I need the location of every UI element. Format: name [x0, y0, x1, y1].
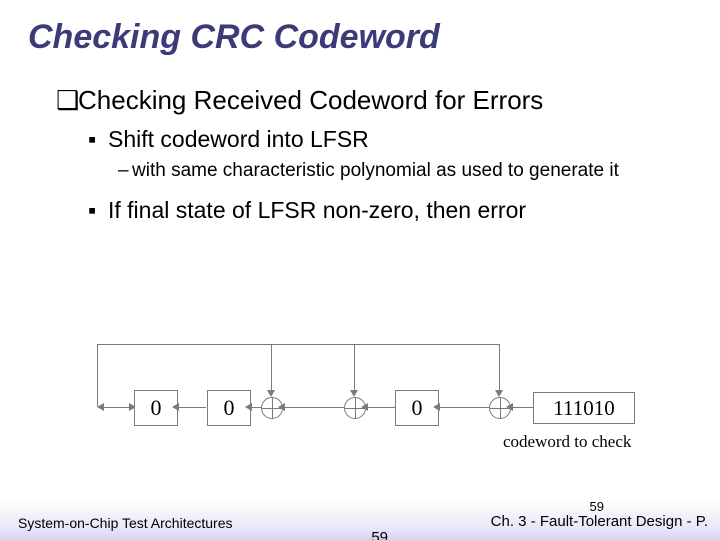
arrow-left-icon — [97, 403, 104, 411]
slide: Checking CRC Codeword ❑Checking Received… — [0, 0, 720, 540]
bullet-level3a-text: with same characteristic polynomial as u… — [132, 159, 652, 183]
wire — [282, 407, 344, 408]
bullet-level1: ❑Checking Received Codeword for Errors — [56, 85, 690, 116]
slide-title: Checking CRC Codeword — [0, 0, 720, 57]
wire — [354, 344, 355, 391]
arrow-left-icon — [245, 403, 252, 411]
wire — [97, 344, 98, 407]
arrow-down-icon — [267, 390, 275, 397]
slide-content: ❑Checking Received Codeword for Errors ▪… — [0, 85, 720, 224]
codeword-label: codeword to check — [503, 432, 631, 452]
arrow-down-icon — [495, 390, 503, 397]
arrow-left-icon — [172, 403, 179, 411]
wire — [499, 344, 500, 391]
page-number: 59 — [590, 499, 604, 514]
lfsr-diagram: 0 0 0 111010 codeword to check — [85, 340, 650, 460]
bullet-level3: –with same characteristic polynomial as … — [118, 159, 690, 183]
arrow-left-icon — [433, 403, 440, 411]
wire — [271, 344, 272, 391]
square-bullet-icon: ❑ — [56, 85, 78, 116]
dash-bullet-icon: – — [118, 159, 132, 183]
wire — [365, 407, 395, 408]
bullet-level2b-text: If final state of LFSR non-zero, then er… — [108, 197, 526, 223]
bullet-level1-text: Checking Received Codeword for Errors — [78, 85, 543, 115]
arrow-left-icon — [361, 403, 368, 411]
bullet-level2a-text: Shift codeword into LFSR — [108, 126, 369, 152]
square-bullet-small-icon: ▪ — [88, 197, 108, 224]
footer-truncated-number: 59 — [371, 529, 388, 540]
arrow-left-icon — [278, 403, 285, 411]
wire — [510, 407, 533, 408]
wire — [176, 407, 206, 408]
bullet-level2: ▪Shift codeword into LFSR — [88, 126, 690, 153]
feedback-line — [97, 344, 499, 345]
footer-right-text: Ch. 3 - Fault-Tolerant Design - P. — [491, 513, 708, 530]
arrow-down-icon — [350, 390, 358, 397]
footer-left-text: System-on-Chip Test Architectures — [18, 515, 233, 531]
arrow-left-icon — [506, 403, 513, 411]
square-bullet-small-icon: ▪ — [88, 126, 108, 153]
bullet-level2: ▪If final state of LFSR non-zero, then e… — [88, 197, 690, 224]
codeword-input: 111010 — [533, 392, 635, 424]
wire — [437, 407, 489, 408]
